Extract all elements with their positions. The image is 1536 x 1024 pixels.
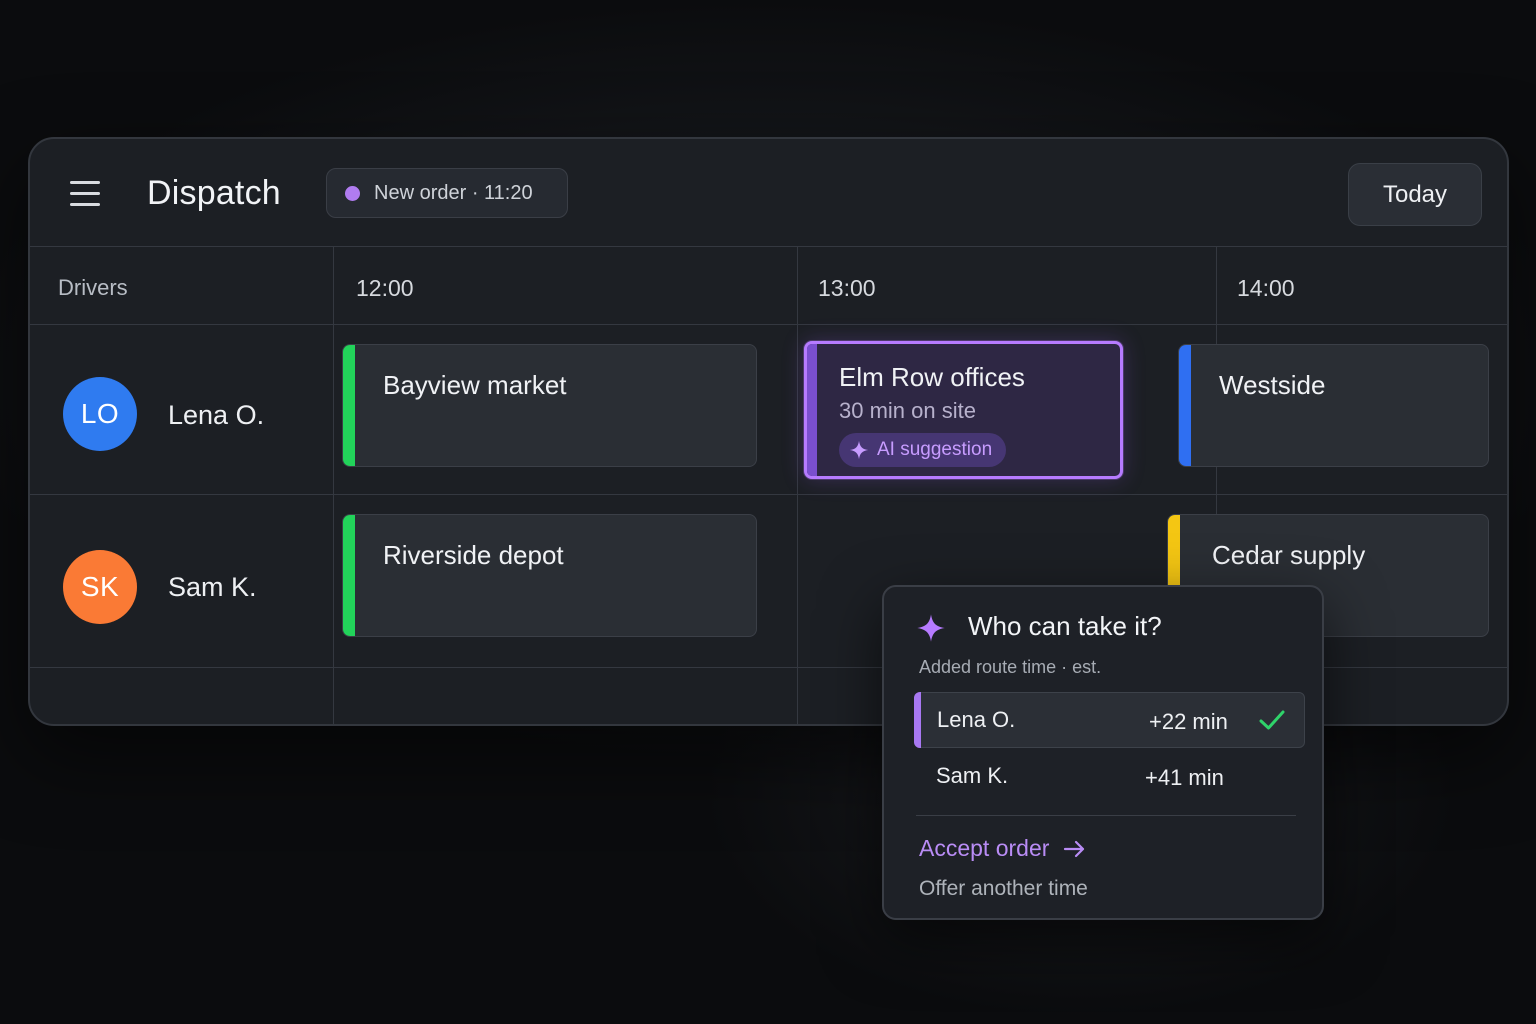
job-title: Riverside depot bbox=[383, 540, 564, 570]
arrow-right-icon bbox=[1064, 840, 1085, 857]
new-order-label: New order · 11:20 bbox=[374, 181, 533, 204]
avatar-sam: SK bbox=[63, 550, 137, 624]
candidate-option-sam[interactable]: Sam K. +41 min bbox=[914, 749, 1305, 805]
job-duration: 30 min on site bbox=[839, 398, 976, 423]
time-header-1200: 12:00 bbox=[356, 275, 414, 301]
job-title: Bayview market bbox=[383, 370, 567, 400]
ai-suggestion-badge: AI suggestion bbox=[839, 433, 1007, 467]
driver-name-sam[interactable]: Sam K. bbox=[168, 572, 257, 603]
grid-divider bbox=[797, 247, 798, 724]
candidate-name: Lena O. bbox=[937, 707, 1016, 732]
assign-driver-popover: Who can take it? Added route time · est.… bbox=[882, 585, 1324, 920]
top-bar: Dispatch New order · 11:20 Today bbox=[30, 139, 1507, 247]
job-title: Cedar supply bbox=[1212, 540, 1366, 570]
menu-icon[interactable] bbox=[68, 179, 102, 207]
accept-order-button[interactable]: Accept order bbox=[919, 835, 1087, 862]
ai-suggestion-label: AI suggestion bbox=[877, 439, 993, 460]
offer-another-time-button[interactable]: Offer another time bbox=[919, 877, 1088, 901]
grid-divider bbox=[30, 494, 1507, 495]
job-card-bayview[interactable]: Bayview market bbox=[342, 344, 757, 467]
new-order-chip[interactable]: New order · 11:20 bbox=[326, 168, 568, 218]
candidate-name: Sam K. bbox=[936, 763, 1009, 788]
candidate-added-time: +41 min bbox=[1145, 765, 1224, 790]
job-status-stripe bbox=[1179, 345, 1191, 466]
job-status-stripe bbox=[807, 344, 817, 476]
sparkle-icon bbox=[917, 614, 945, 642]
time-header-1300: 13:00 bbox=[818, 275, 876, 301]
grid-divider bbox=[333, 247, 334, 724]
drivers-column-header: Drivers bbox=[58, 275, 128, 300]
candidate-added-time: +22 min bbox=[1149, 709, 1228, 734]
sparkle-icon bbox=[849, 440, 869, 460]
accept-order-label: Accept order bbox=[919, 835, 1050, 861]
page-title: Dispatch bbox=[147, 174, 281, 212]
status-dot-icon bbox=[345, 185, 360, 201]
check-icon bbox=[1259, 710, 1285, 730]
grid-divider bbox=[30, 324, 1507, 325]
driver-name-lena[interactable]: Lena O. bbox=[168, 400, 264, 431]
job-title: Elm Row offices bbox=[839, 362, 1025, 392]
job-status-stripe bbox=[343, 515, 355, 636]
popover-title: Who can take it? bbox=[968, 611, 1162, 641]
selection-stripe bbox=[914, 692, 921, 748]
job-card-westside[interactable]: Westside bbox=[1178, 344, 1489, 467]
job-card-riverside[interactable]: Riverside depot bbox=[342, 514, 757, 637]
today-button[interactable]: Today bbox=[1348, 163, 1482, 226]
job-title: Westside bbox=[1219, 370, 1326, 400]
time-header-1400: 14:00 bbox=[1237, 275, 1295, 301]
avatar-lena: LO bbox=[63, 377, 137, 451]
popover-subtitle: Added route time · est. bbox=[919, 657, 1102, 677]
divider bbox=[916, 815, 1296, 816]
job-status-stripe bbox=[343, 345, 355, 466]
candidate-option-lena[interactable]: Lena O. +22 min bbox=[914, 692, 1305, 748]
job-card-elm-row-suggested[interactable]: Elm Row offices 30 min on site AI sugges… bbox=[804, 341, 1123, 479]
